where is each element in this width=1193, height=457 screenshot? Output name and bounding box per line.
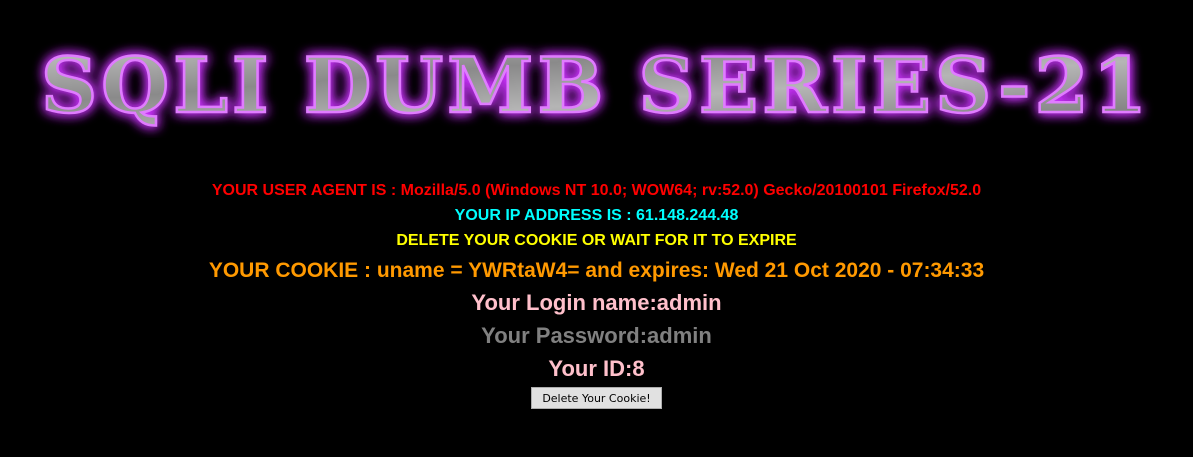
user-agent-text: YOUR USER AGENT IS : Mozilla/5.0 (Window… [211, 182, 982, 199]
delete-cookie-form: Delete Your Cookie! [0, 387, 1193, 409]
ip-address-text: YOUR IP ADDRESS IS : 61.148.244.48 [454, 207, 739, 224]
password-text: Your Password:admin [481, 323, 712, 348]
user-id-text: Your ID:8 [548, 356, 645, 381]
banner-title: SQLI DUMB SERIES-21 [41, 41, 1151, 130]
delete-cookie-button[interactable]: Delete Your Cookie! [531, 387, 662, 409]
delete-cookie-notice: DELETE YOUR COOKIE OR WAIT FOR IT TO EXP… [396, 232, 797, 249]
title-banner: SQLI DUMB SERIES-21 [40, 40, 1151, 132]
session-info: YOUR USER AGENT IS : Mozilla/5.0 (Window… [0, 178, 1193, 409]
login-name-text: Your Login name:admin [471, 290, 722, 315]
cookie-text: YOUR COOKIE : uname = YWRtaW4= and expir… [208, 259, 985, 282]
